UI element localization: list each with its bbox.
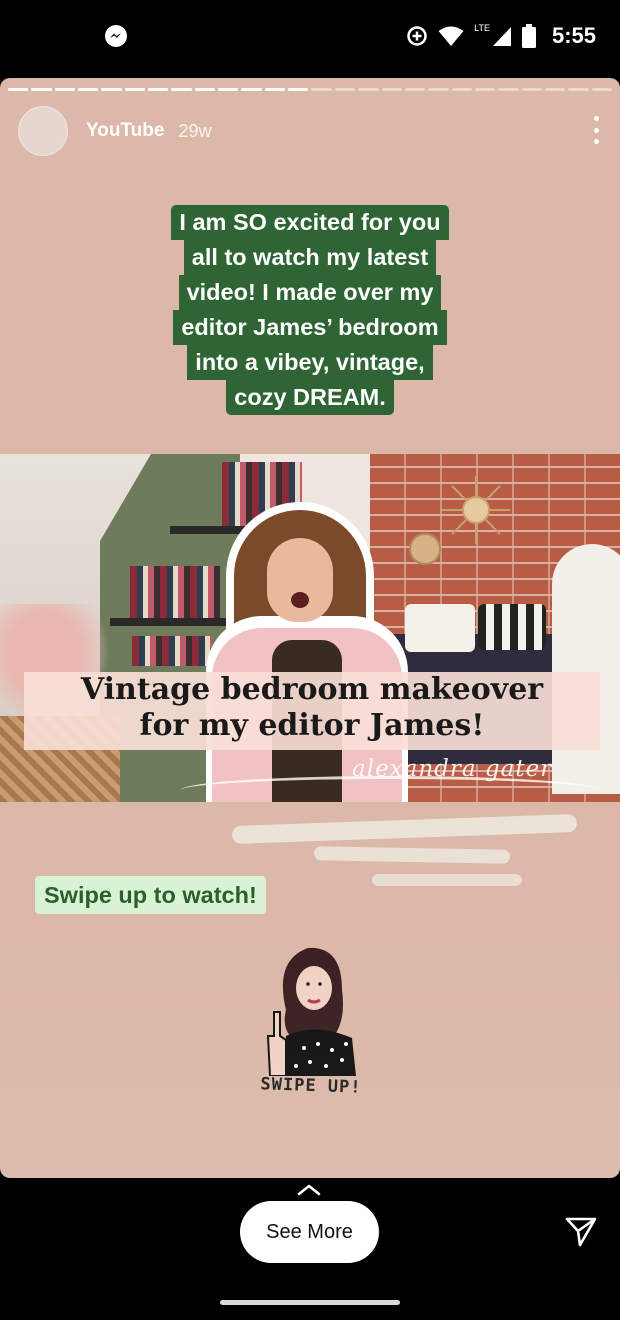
- caption-line: cozy DREAM.: [226, 380, 394, 415]
- progress-segment: [451, 88, 472, 91]
- progress-segment: [288, 88, 309, 91]
- post-age: 29w: [178, 120, 212, 141]
- progress-segment: [311, 88, 332, 91]
- avatar[interactable]: [18, 106, 68, 156]
- pillow: [405, 604, 475, 652]
- signal-icon: [492, 27, 511, 46]
- video-title: Vintage bedroom makeover for my editor J…: [24, 672, 600, 750]
- progress-segment: [171, 88, 192, 91]
- progress-segment: [124, 88, 146, 91]
- sun-mirror: [442, 476, 510, 544]
- video-title-line: for my editor James!: [139, 708, 485, 743]
- home-indicator[interactable]: [220, 1300, 400, 1305]
- swipe-up-sticker[interactable]: SWIPE UP!: [256, 940, 366, 1110]
- progress-segment: [358, 88, 379, 91]
- battery-icon: [521, 24, 536, 48]
- progress-segment: [54, 88, 76, 91]
- video-thumbnail[interactable]: Vintage bedroom makeover for my editor J…: [0, 454, 620, 802]
- progress-segment: [264, 88, 286, 91]
- woven-basket-decor: [409, 533, 441, 565]
- story-card[interactable]: YouTube 29w I am SO excited for you all …: [0, 78, 620, 1178]
- see-more-button[interactable]: See More: [240, 1201, 379, 1263]
- progress-segment: [568, 88, 589, 91]
- story-progress-bar: [8, 88, 612, 91]
- more-options-icon[interactable]: [590, 116, 602, 144]
- progress-segment: [334, 88, 356, 91]
- progress-segment: [591, 88, 612, 91]
- brush-stroke: [231, 813, 578, 845]
- data-saver-icon: [407, 26, 427, 46]
- sticker-text: SWIPE UP!: [260, 1074, 362, 1098]
- story-footer: See More: [0, 1178, 620, 1320]
- video-title-line: Vintage bedroom makeover: [80, 672, 544, 707]
- progress-segment: [31, 88, 52, 91]
- progress-segment: [194, 88, 216, 91]
- mouth: [291, 592, 309, 608]
- bookshelf-books: [130, 566, 220, 618]
- progress-segment: [428, 88, 449, 91]
- arched-shelf: [552, 544, 620, 794]
- caption-line: into a vibey, vintage,: [187, 345, 433, 380]
- caption-line: all to watch my latest: [183, 240, 437, 275]
- swipe-up-prompt: Swipe up to watch!: [35, 876, 266, 914]
- caption-line: I am SO excited for you: [171, 205, 449, 240]
- caption-line: editor James’ bedroom: [173, 310, 447, 345]
- scribble-line: [180, 776, 600, 802]
- story-header: YouTube 29w: [18, 106, 602, 156]
- progress-segment: [381, 88, 402, 91]
- brush-stroke: [313, 846, 511, 864]
- story-caption: I am SO excited for you all to watch my …: [0, 205, 620, 415]
- progress-segment: [78, 88, 99, 91]
- progress-segment: [8, 88, 29, 91]
- network-type: LTE: [474, 23, 490, 33]
- wifi-icon: [438, 26, 464, 46]
- caption-line: video! I made over my: [178, 275, 442, 310]
- clock: 5:55: [551, 23, 596, 48]
- account-name[interactable]: YouTube: [86, 120, 164, 142]
- progress-segment: [521, 88, 542, 91]
- send-icon[interactable]: [564, 1214, 598, 1248]
- chevron-up-icon[interactable]: [297, 1184, 321, 1196]
- progress-segment: [404, 88, 426, 91]
- progress-segment: [241, 88, 262, 91]
- bookshelf-books: [132, 636, 212, 666]
- progress-segment: [218, 88, 239, 91]
- pillow: [478, 604, 546, 650]
- progress-segment: [498, 88, 519, 91]
- brush-stroke: [372, 874, 522, 886]
- status-bar: LTE 5:55: [0, 0, 620, 74]
- progress-segment: [148, 88, 169, 91]
- progress-segment: [101, 88, 122, 91]
- progress-segment: [544, 88, 566, 91]
- messenger-icon: [105, 25, 127, 47]
- progress-segment: [474, 88, 496, 91]
- illustrated-woman-icon: [266, 947, 356, 1077]
- face: [267, 538, 333, 622]
